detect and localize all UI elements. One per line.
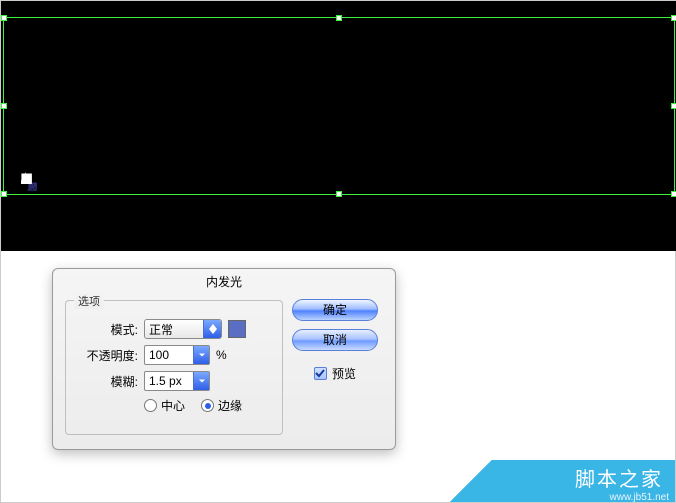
fieldset-label: 选项	[74, 293, 104, 309]
dialog-title: 内发光	[53, 269, 395, 296]
selection-bounds[interactable]	[3, 17, 675, 195]
color-swatch[interactable]	[228, 320, 246, 338]
check-icon	[315, 369, 325, 378]
handle-e[interactable]	[671, 103, 676, 109]
radio-center[interactable]	[144, 399, 157, 412]
mode-label: 模式:	[76, 321, 138, 338]
watermark-url: www.jb51.net	[610, 492, 669, 503]
handle-w[interactable]	[1, 103, 7, 109]
blur-value: 1.5 px	[149, 374, 182, 388]
mode-value: 正常	[149, 321, 173, 338]
handle-se[interactable]	[671, 191, 676, 197]
opacity-label: 不透明度:	[76, 347, 138, 364]
handle-n[interactable]	[336, 15, 342, 21]
select-arrows-icon	[203, 320, 221, 338]
opacity-value: 100	[149, 348, 169, 362]
blur-label: 模糊:	[76, 373, 138, 390]
handle-nw[interactable]	[1, 15, 7, 21]
opacity-unit: %	[216, 348, 227, 362]
dropdown-arrow-icon	[193, 346, 209, 364]
handle-ne[interactable]	[671, 15, 676, 21]
watermark-text: 脚本之家	[575, 463, 663, 492]
handle-s[interactable]	[336, 191, 342, 197]
radio-edge[interactable]	[201, 399, 214, 412]
options-fieldset: 选项 模式: 正常 不透明度: 100 % 模糊: 1.5 px	[65, 300, 283, 435]
dropdown-arrow-icon	[193, 372, 209, 390]
radio-center-label: 中心	[161, 397, 185, 414]
mode-select[interactable]: 正常	[144, 319, 222, 339]
inner-glow-dialog: 内发光 选项 模式: 正常 不透明度: 100 % 模糊:	[52, 268, 396, 450]
ok-button[interactable]: 确定	[292, 299, 378, 321]
preview-label: 预览	[332, 365, 356, 382]
opacity-input[interactable]: 100	[144, 345, 210, 365]
cancel-button[interactable]: 取消	[292, 329, 378, 351]
handle-sw[interactable]	[1, 191, 7, 197]
radio-edge-label: 边缘	[218, 397, 242, 414]
blur-input[interactable]: 1.5 px	[144, 371, 210, 391]
watermark: 脚本之家 www.jb51.net	[435, 442, 675, 502]
preview-checkbox[interactable]	[314, 367, 327, 380]
dialog-buttons: 确定 取消 预览	[289, 299, 381, 382]
design-canvas[interactable]: ARCH ARCH	[1, 1, 676, 251]
